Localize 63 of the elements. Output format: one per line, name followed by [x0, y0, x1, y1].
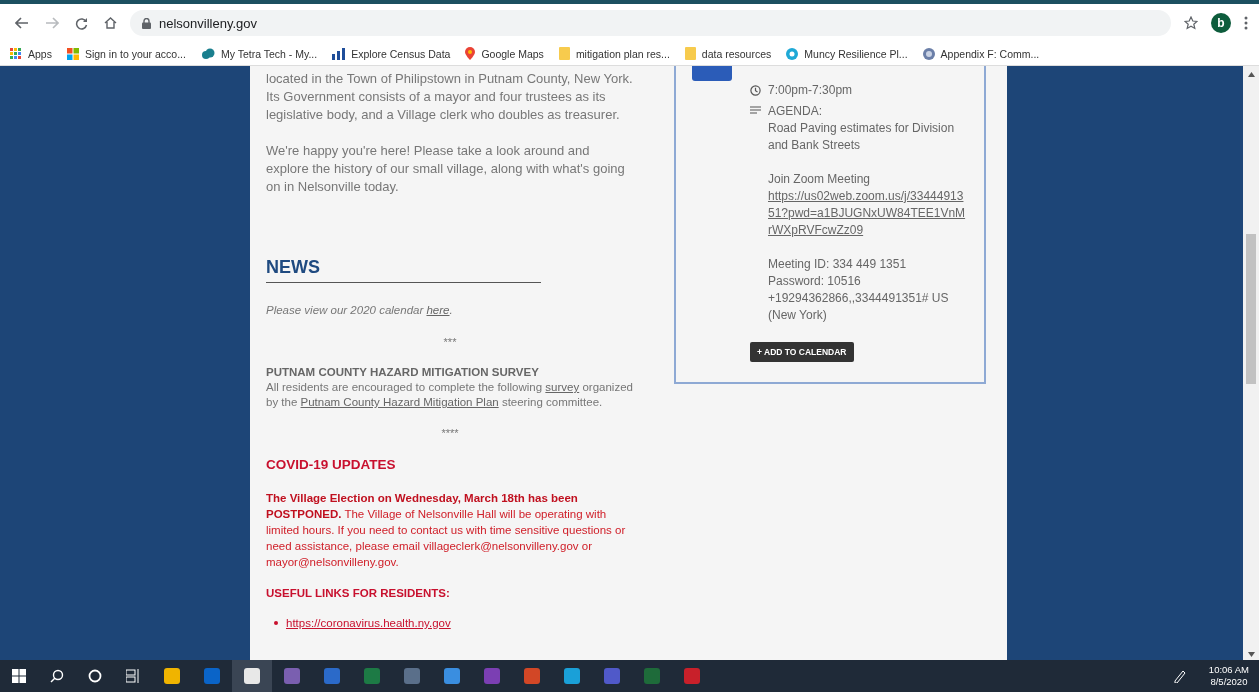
calendar-link[interactable]: here	[426, 304, 450, 316]
pen-icon[interactable]	[1172, 669, 1187, 683]
bullet-icon	[274, 621, 278, 625]
clock-time: 10:06 AM	[1208, 664, 1249, 676]
start-icon[interactable]	[12, 669, 26, 683]
back-icon[interactable]	[15, 17, 29, 29]
intro-paragraph: located in the Town of Philipstown in Putnam County, New York. Its Government consists of a mayor and four trustees as its legislative body, and a Village clerk who doubles as treasurer.	[266, 70, 634, 124]
reload-icon[interactable]	[75, 16, 88, 30]
bookmark[interactable]: Apps	[10, 47, 52, 60]
bar-chart-icon	[332, 47, 346, 60]
agenda-text: Road Paving estimates for Division and Bank Streets	[768, 120, 956, 154]
useful-links-heading: USEFUL LINKS FOR RESIDENTS:	[266, 586, 451, 601]
circle-logo-icon	[786, 47, 799, 60]
seal-icon	[922, 47, 935, 60]
clock[interactable]: 10:06 AM 8/5/2020	[1198, 664, 1259, 688]
search-icon[interactable]	[50, 669, 64, 683]
event-time: 7:00pm-7:30pm	[768, 82, 853, 99]
meeting-detail: +19294362866,,3344491351# US (New York)	[768, 290, 950, 324]
scroll-down-icon[interactable]	[1247, 652, 1255, 657]
survey-title: PUTNAM COUNTY HAZARD MITIGATION SURVEY	[266, 365, 540, 380]
cloud-icon	[200, 47, 215, 60]
lock-icon	[142, 17, 151, 29]
survey-link[interactable]: Putnam County Hazard Mitigation Plan	[300, 396, 499, 408]
text-lines-icon	[750, 106, 761, 114]
ring-icon[interactable]	[88, 669, 102, 683]
meeting-detail: Password: 10516	[768, 273, 862, 290]
tiles-icon	[66, 47, 79, 60]
scroll-up-icon[interactable]	[1247, 72, 1255, 77]
bookmark[interactable]: data resources	[684, 47, 772, 60]
bookmark[interactable]: Appendix F: Comm...	[922, 47, 1040, 60]
bookmark[interactable]: Google Maps	[465, 47, 544, 60]
map-pin-icon	[465, 47, 476, 60]
menu-icon[interactable]	[1244, 16, 1248, 30]
apps-grid-icon	[10, 47, 22, 60]
news-heading: NEWS	[266, 258, 321, 276]
agenda-label: AGENDA:	[768, 103, 823, 120]
survey-link[interactable]: survey	[545, 381, 580, 393]
calendar-note: Please view our 2020 calendar here.	[266, 303, 454, 318]
bookmark[interactable]: mitigation plan res...	[558, 47, 670, 60]
clock-date: 8/5/2020	[1210, 676, 1248, 688]
bookmark[interactable]: Muncy Resilience Pl...	[786, 47, 908, 60]
resource-link[interactable]: https://coronavirus.health.ny.gov	[286, 614, 451, 632]
bookmark[interactable]: My Tetra Tech - My...	[200, 47, 318, 60]
home-icon[interactable]	[104, 17, 117, 29]
meeting-detail: Meeting ID: 334 449 1351	[768, 256, 908, 273]
clock-icon	[750, 85, 761, 96]
add-to-calendar-button[interactable]: + ADD TO CALENDAR	[750, 342, 854, 362]
covid-notice: The Village Election on Wednesday, March 18th has been POSTPONED. The Village of Nelsonville Hall will be operating with limited hours. If you need to contact us with time sensitive questions or need assistance, please email villageclerk@nelsonvilleny.gov or mayor@nelsonvilleny.gov.	[266, 491, 627, 570]
bookmark[interactable]: Explore Census Data	[332, 47, 451, 60]
separator-stars: ***	[442, 335, 458, 350]
survey-text: All residents are encouraged to complete the following survey organized by the Putnam County Hazard Mitigation Plan steering committee.	[266, 380, 634, 410]
star-icon[interactable]	[1184, 16, 1198, 30]
scrollbar-thumb[interactable]	[1246, 234, 1256, 384]
profile-avatar[interactable]: b	[1211, 13, 1231, 33]
separator-stars: ****	[440, 426, 460, 441]
zoom-link[interactable]: https://us02web.zoom.us/j/3344491351?pwd=a1BJUGNxUW84TEE1VnMrWXpRVFcwZz09	[768, 188, 968, 239]
zoom-join-label: Join Zoom Meeting	[768, 171, 872, 188]
task-view-icon[interactable]	[126, 669, 140, 683]
intro-paragraph: We're happy you're here! Please take a look around and explore the history of our small village, along with what's going on in Nelsonville today.	[266, 142, 626, 196]
covid-heading: COVID-19 UPDATES	[266, 456, 397, 474]
bookmark[interactable]: Sign in to your acco...	[66, 47, 186, 60]
scrollbar[interactable]	[1243, 66, 1259, 660]
address-bar[interactable]: nelsonvilleny.gov	[130, 10, 1171, 36]
